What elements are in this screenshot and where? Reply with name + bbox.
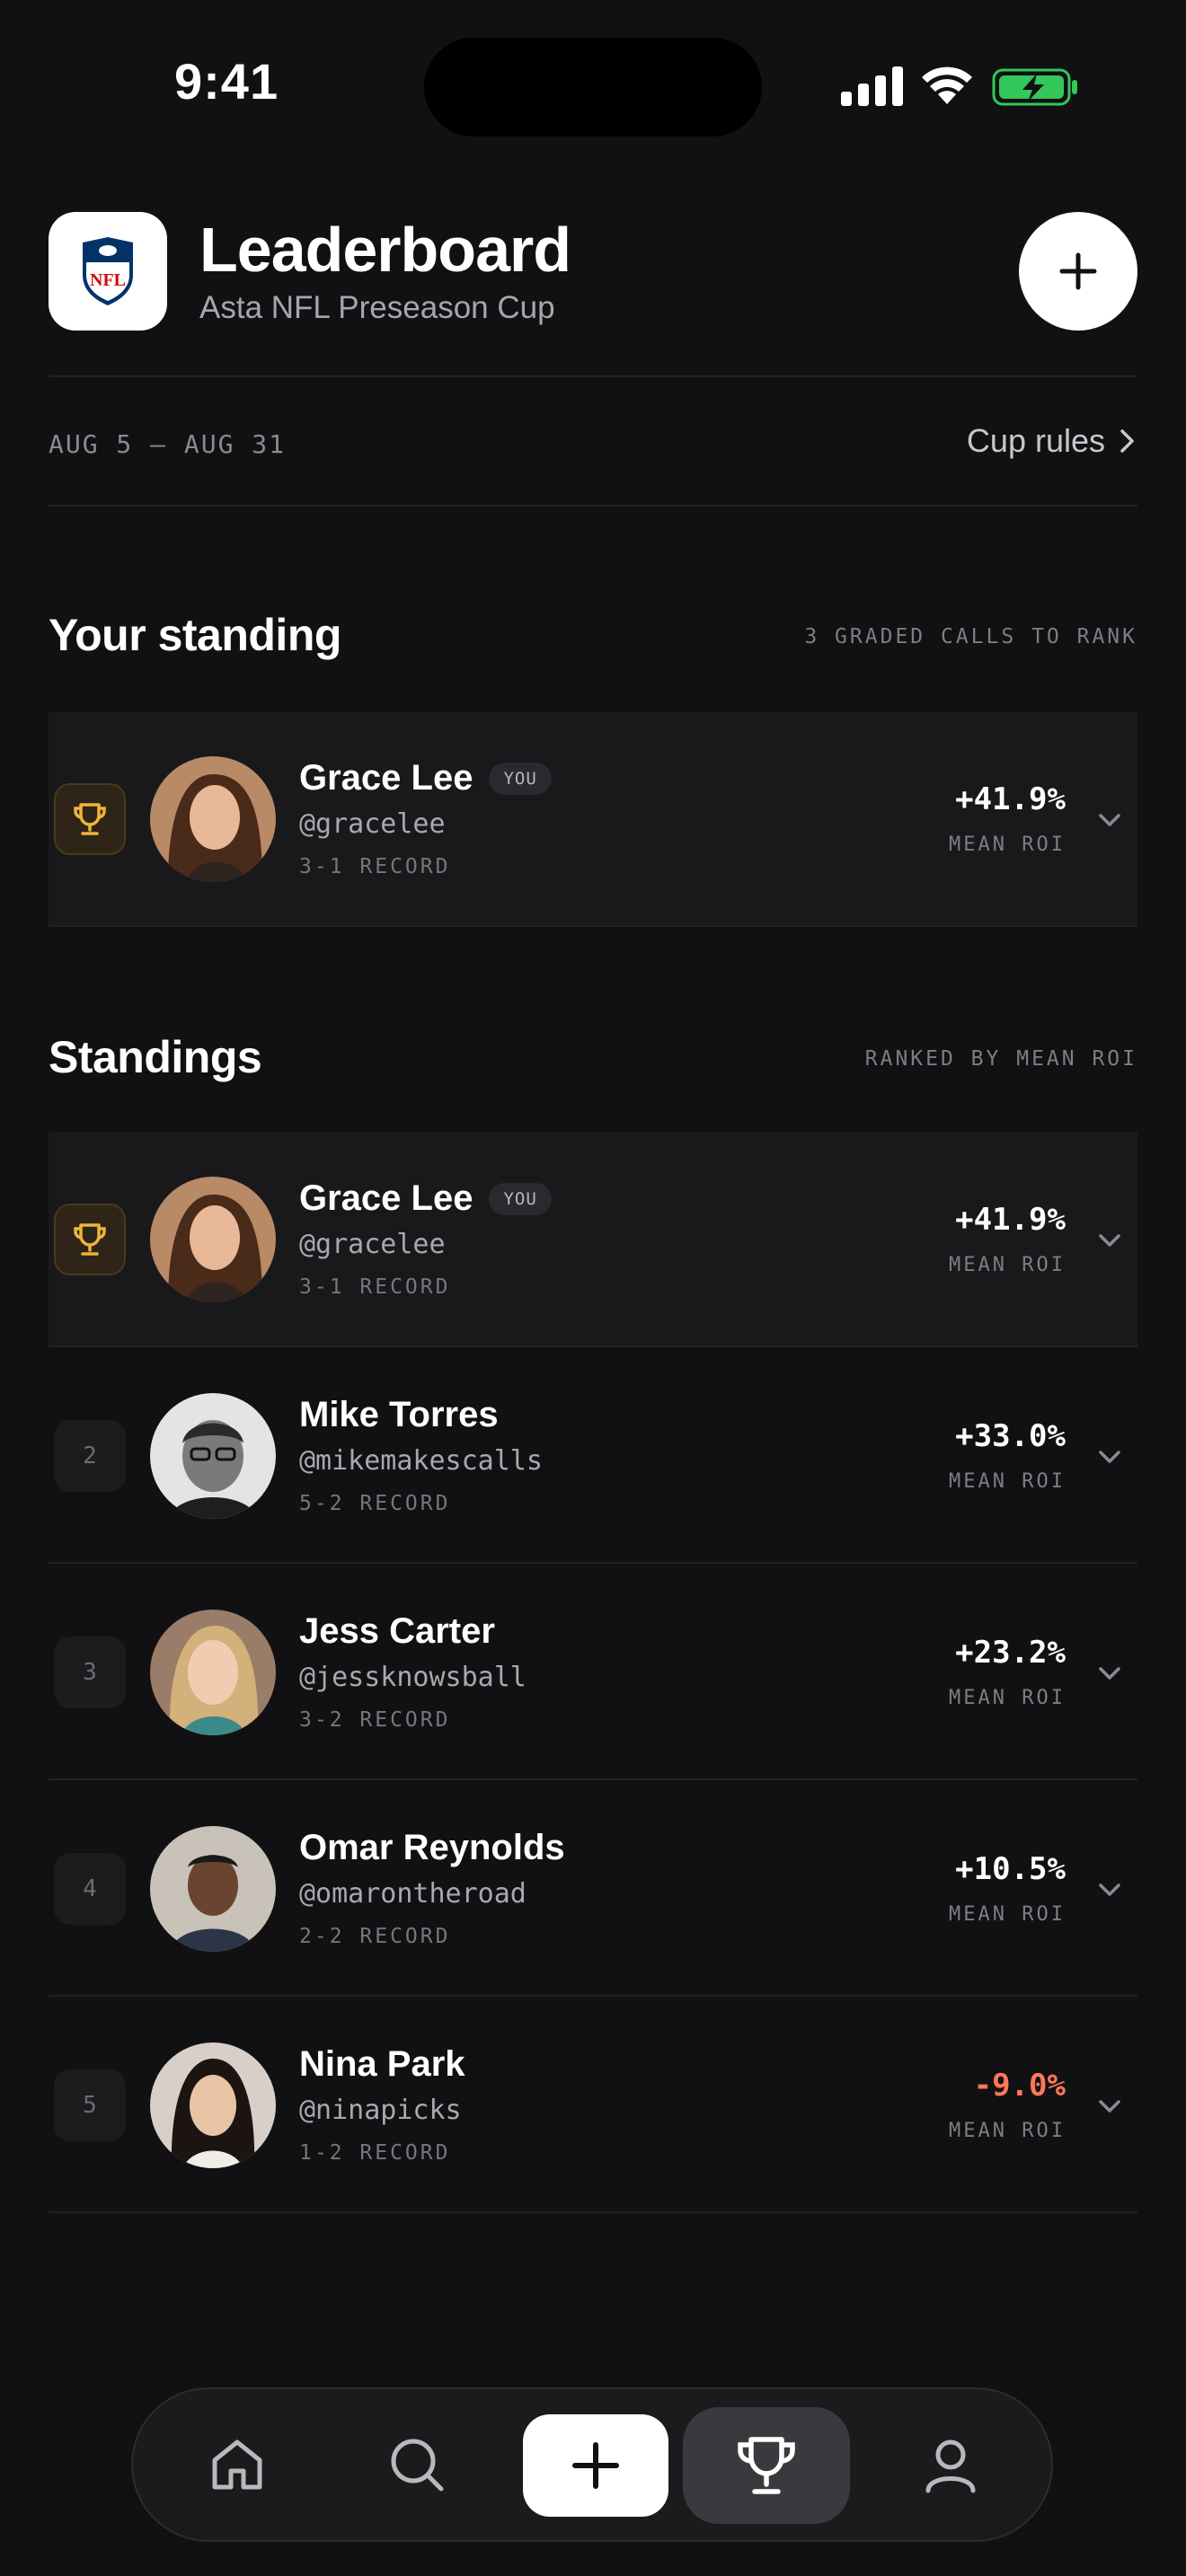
tab-new-call[interactable] <box>523 2414 668 2517</box>
user-name-text: Omar Reynolds <box>299 1828 565 1867</box>
page-subtitle: Asta NFL Preseason Cup <box>199 290 555 325</box>
user-handle: @mikemakescalls <box>299 1445 543 1477</box>
cup-date-range: AUG 5 – AUG 31 <box>49 429 287 459</box>
divider <box>49 375 1137 377</box>
standings-row[interactable]: Grace Lee YOU @gracelee 3-1 RECORD +41.9… <box>49 1132 1137 1347</box>
avatar <box>150 1610 276 1735</box>
mean-roi-value: -9.0% <box>973 2068 1066 2104</box>
mean-roi-value: +23.2% <box>955 1635 1066 1671</box>
avatar <box>150 1826 276 1952</box>
page-header: NFL Leaderboard Asta NFL Preseason Cup <box>49 212 1137 331</box>
plus-icon <box>1059 252 1097 290</box>
user-name: Grace Lee YOU <box>299 758 552 798</box>
chevron-down-icon[interactable] <box>1094 1658 1125 1689</box>
rank-badge <box>54 783 126 855</box>
tab-leaderboard[interactable] <box>683 2407 850 2524</box>
user-record: 2-2 RECORD <box>299 1925 451 1948</box>
user-handle: @omarontheroad <box>299 1878 527 1910</box>
user-handle: @gracelee <box>299 808 446 840</box>
league-logo: NFL <box>49 212 167 331</box>
user-name-text: Grace Lee <box>299 758 474 798</box>
user-name-text: Grace Lee <box>299 1178 474 1218</box>
cellular-signal-icon <box>841 66 903 106</box>
divider <box>49 505 1137 507</box>
avatar <box>150 756 276 882</box>
you-badge: YOU <box>489 1182 552 1215</box>
standings-title: Standings <box>49 1032 262 1082</box>
rank-badge: 5 <box>54 2069 126 2141</box>
user-name-text: Mike Torres <box>299 1395 499 1434</box>
search-icon <box>391 2439 444 2492</box>
chevron-down-icon[interactable] <box>1094 2091 1125 2122</box>
mean-roi-value: +41.9% <box>955 781 1066 817</box>
user-record: 3-2 RECORD <box>299 1708 451 1732</box>
rank-badge: 2 <box>54 1420 126 1492</box>
add-button[interactable] <box>1019 212 1137 331</box>
tab-bar <box>131 2387 1053 2542</box>
page-title: Leaderboard <box>199 215 571 285</box>
standings-row[interactable]: 2 Mike Torres @mikemakescalls 5-2 RECORD… <box>49 1348 1137 1564</box>
trophy-icon <box>738 2437 795 2494</box>
mean-roi-value: +33.0% <box>955 1418 1066 1454</box>
trophy-icon <box>74 803 106 835</box>
avatar <box>150 1177 276 1302</box>
avatar <box>150 2042 276 2168</box>
chevron-down-icon[interactable] <box>1094 1875 1125 1905</box>
rank-badge <box>54 1204 126 1275</box>
tab-search[interactable] <box>363 2389 471 2540</box>
mean-roi-value: +41.9% <box>955 1202 1066 1238</box>
you-badge: YOU <box>489 762 552 795</box>
standings-row[interactable]: 3 Jess Carter @jessknowsball 3-2 RECORD … <box>49 1565 1137 1780</box>
battery-charging-icon <box>992 68 1077 106</box>
user-name-text: Nina Park <box>299 2044 465 2084</box>
standings-note: RANKED BY MEAN ROI <box>864 1047 1137 1071</box>
dynamic-island <box>424 38 762 137</box>
user-handle: @ninapicks <box>299 2095 462 2126</box>
your-standing-note: 3 GRADED CALLS TO RANK <box>804 625 1137 648</box>
wifi-icon <box>922 66 972 104</box>
logo-text: NFL <box>90 270 126 290</box>
mean-roi-label: MEAN ROI <box>949 834 1066 856</box>
user-name: Nina Park <box>299 2044 465 2085</box>
rank-badge: 4 <box>54 1853 126 1925</box>
profile-icon <box>925 2439 976 2493</box>
user-record: 1-2 RECORD <box>299 2141 451 2165</box>
rank-badge: 3 <box>54 1636 126 1708</box>
user-record: 5-2 RECORD <box>299 1492 451 1515</box>
user-name: Jess Carter <box>299 1611 495 1652</box>
user-name: Omar Reynolds <box>299 1828 565 1868</box>
home-icon <box>212 2439 262 2490</box>
tab-home[interactable] <box>183 2389 291 2540</box>
user-name-text: Jess Carter <box>299 1611 495 1651</box>
status-time: 9:41 <box>174 53 279 110</box>
user-record: 3-1 RECORD <box>299 1275 451 1299</box>
your-standing-row[interactable]: Grace Lee YOU @gracelee 3-1 RECORD +41.9… <box>49 711 1137 927</box>
chevron-down-icon[interactable] <box>1094 1225 1125 1256</box>
mean-roi-label: MEAN ROI <box>949 1687 1066 1709</box>
user-record: 3-1 RECORD <box>299 855 451 878</box>
user-name: Grace Lee YOU <box>299 1178 552 1219</box>
user-handle: @gracelee <box>299 1229 446 1260</box>
trophy-icon <box>74 1223 106 1256</box>
cup-rules-label: Cup rules <box>966 422 1105 459</box>
nfl-shield-icon: NFL <box>83 237 133 305</box>
user-name: Mike Torres <box>299 1395 499 1435</box>
chevron-down-icon[interactable] <box>1094 1442 1125 1472</box>
tab-profile[interactable] <box>897 2389 1005 2540</box>
chevron-right-icon <box>1120 429 1134 453</box>
standings-row[interactable]: 4 Omar Reynolds @omarontheroad 2-2 RECOR… <box>49 1781 1137 1997</box>
mean-roi-label: MEAN ROI <box>949 1903 1066 1926</box>
mean-roi-label: MEAN ROI <box>949 2120 1066 2142</box>
avatar <box>150 1393 276 1519</box>
mean-roi-label: MEAN ROI <box>949 1254 1066 1276</box>
status-bar: 9:41 <box>0 0 1186 144</box>
user-handle: @jessknowsball <box>299 1662 527 1693</box>
cup-rules-link[interactable]: Cup rules <box>967 422 1137 460</box>
your-standing-title: Your standing <box>49 610 341 660</box>
standings-row[interactable]: 5 Nina Park @ninapicks 1-2 RECORD -9.0% … <box>49 1998 1137 2213</box>
plus-icon <box>572 2442 619 2489</box>
mean-roi-value: +10.5% <box>955 1851 1066 1887</box>
mean-roi-label: MEAN ROI <box>949 1470 1066 1493</box>
chevron-down-icon[interactable] <box>1094 805 1125 835</box>
